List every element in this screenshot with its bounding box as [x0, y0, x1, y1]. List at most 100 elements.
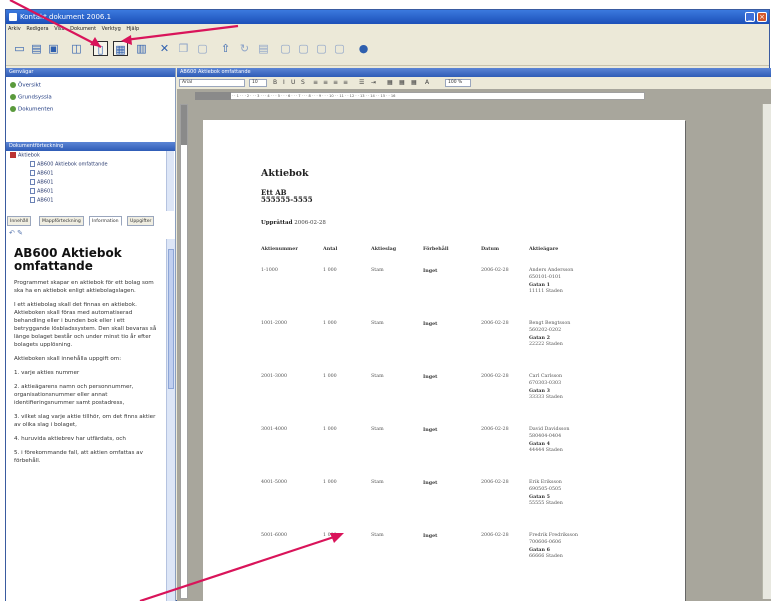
refresh-icon[interactable]: ↻	[237, 41, 252, 56]
table-icon[interactable]: ▦	[387, 77, 393, 89]
scroll-thumb[interactable]	[168, 249, 174, 389]
title-bar[interactable]: Kontakt dokument 2006.1 _ ×	[6, 10, 769, 24]
menu-item[interactable]: Hjälp	[126, 26, 139, 32]
info-scrollbar[interactable]	[166, 239, 175, 601]
menu-item[interactable]: Visa	[54, 26, 64, 32]
vertical-ruler[interactable]	[180, 104, 188, 599]
align-left-icon[interactable]: ≡	[313, 77, 318, 89]
underline-icon[interactable]: U	[291, 77, 295, 89]
cell-aktieagare: 690505-0505	[529, 487, 562, 492]
tab-uppgifter[interactable]: Uppgifter	[127, 216, 155, 226]
paste-icon[interactable]: ▢	[195, 41, 210, 56]
copy-doc-icon[interactable]: ▯	[93, 41, 108, 56]
info-paragraph: I ett aktiebolag skall det finnas en akt…	[14, 302, 157, 348]
link-dokumenten[interactable]: Dokumenten	[10, 106, 53, 113]
col-header: Aktieägare	[529, 246, 559, 252]
link-grundsyssla[interactable]: Grundsyssla	[10, 94, 52, 101]
open-icon[interactable]: ▤	[29, 41, 44, 56]
zoom-select[interactable]: 100 %	[445, 79, 471, 87]
cell-aktienummer: 1-1000	[261, 268, 278, 273]
tree-scrollbar[interactable]	[166, 151, 174, 211]
align-center-icon[interactable]: ≡	[323, 77, 328, 89]
font-color-icon[interactable]: A	[425, 77, 429, 89]
close-button[interactable]: ×	[757, 12, 767, 22]
tree-item[interactable]: AB601	[30, 179, 53, 186]
tree-item[interactable]: AB601	[30, 188, 53, 195]
cell-antal: 1 000	[323, 533, 337, 538]
bold-icon[interactable]: B	[273, 77, 277, 89]
frame-icon[interactable]: ▢	[278, 41, 293, 56]
tree-item[interactable]: AB600 Aktiebok omfattande	[30, 161, 108, 168]
doclist-header: Dokumentförteckning	[6, 142, 175, 151]
cell-aktieagare: Gatan 2	[529, 335, 551, 341]
edit-icon[interactable]: ✎	[17, 229, 23, 237]
document-date: Upprättad 2006-02-28	[261, 220, 326, 226]
date-value: 2006-02-28	[294, 220, 326, 226]
cell-aktieslag: Stam	[371, 321, 384, 326]
info-paragraph: 3. vilket slag varje aktie tillhör, om d…	[14, 414, 156, 428]
frame-icon[interactable]: ▢	[332, 41, 347, 56]
cell-aktieagare: 55555 Staden	[529, 501, 563, 506]
date-label: Upprättad	[261, 220, 293, 226]
cell-aktieagare: Bengt Bengtsson	[529, 321, 571, 326]
frame-icon[interactable]: ▢	[314, 41, 329, 56]
menu-item[interactable]: Verktyg	[102, 26, 121, 32]
print-preview-icon[interactable]: ◫	[69, 41, 84, 56]
cell-aktieagare: 33333 Staden	[529, 395, 563, 400]
save-icon[interactable]: ▣	[46, 41, 61, 56]
cell-datum: 2006-02-28	[481, 374, 509, 379]
font-select[interactable]: Arial	[179, 79, 245, 87]
tab-information[interactable]: Information	[89, 216, 122, 226]
cell-aktieagare: Carl Carlsson	[529, 374, 563, 379]
strike-icon[interactable]: S	[301, 77, 305, 89]
upload-icon[interactable]: ⇧	[218, 41, 233, 56]
tab-innehall[interactable]: Innehåll	[7, 216, 32, 226]
indent-icon[interactable]: ⇥	[371, 77, 376, 89]
info-paragraph: 4. huruvida aktiebrev har utfärdats, och	[14, 436, 126, 442]
menu-item[interactable]: Dokument	[70, 26, 96, 32]
cell-aktieagare: Gatan 1	[529, 282, 551, 288]
new-doc-icon[interactable]: ▭	[12, 41, 27, 56]
menu-item[interactable]: Redigera	[26, 26, 48, 32]
org-number: 555555-5555	[261, 195, 313, 204]
cell-aktieagare: 66666 Staden	[529, 554, 563, 559]
cell-forbehall: Inget	[423, 268, 438, 274]
cell-aktieagare: Gatan 3	[529, 388, 551, 394]
cell-aktieagare: Gatan 6	[529, 547, 551, 553]
minimize-button[interactable]: _	[745, 12, 755, 22]
italic-icon[interactable]: I	[283, 77, 285, 89]
cell-aktieslag: Stam	[371, 374, 384, 379]
tree-item[interactable]: AB601	[30, 197, 53, 204]
link-oversikt[interactable]: Översikt	[10, 82, 41, 89]
frame-icon[interactable]: ▢	[296, 41, 311, 56]
tree-item[interactable]: AB601	[30, 170, 53, 177]
justify-icon[interactable]: ≡	[343, 77, 348, 89]
horizontal-ruler[interactable]: · · 1 · · · 2 · · · 3 · · · 4 · · · 5 · …	[195, 92, 645, 100]
doc-icon	[30, 188, 35, 194]
copy-icon[interactable]: ❐	[176, 41, 191, 56]
align-right-icon[interactable]: ≡	[333, 77, 338, 89]
info-tools: ↶ ✎	[9, 229, 23, 237]
back-icon[interactable]: ↶	[9, 229, 15, 237]
menu-item[interactable]: Arkiv	[8, 26, 21, 32]
cell-forbehall: Inget	[423, 374, 438, 380]
table-icon[interactable]: ▦	[411, 77, 417, 89]
cell-aktienummer: 2001-3000	[261, 374, 288, 379]
document-page[interactable]: Aktiebok Ett AB 555555-5555 Upprättad 20…	[203, 120, 685, 601]
cell-aktieagare: Erik Eriksson	[529, 480, 562, 485]
tree-root[interactable]: Aktiebok	[10, 152, 40, 159]
cell-aktieagare: 700606-0606	[529, 540, 562, 545]
tab-mappforteckning[interactable]: Mappförteckning	[39, 216, 84, 226]
size-select[interactable]: 10	[249, 79, 267, 87]
table-icon[interactable]: ▦	[399, 77, 405, 89]
col-header: Förbehåll	[423, 246, 449, 252]
information-pane: AB600 Aktiebok omfattande Programmet ska…	[6, 239, 166, 601]
cut-icon[interactable]: ✕	[157, 41, 172, 56]
layout-icon[interactable]: ▦	[113, 41, 128, 56]
list-icon[interactable]: ☰	[359, 77, 364, 89]
help-icon[interactable]: ●	[356, 41, 371, 56]
document-scrollbar[interactable]	[762, 104, 771, 599]
info-tabs: Innehåll Mappförteckning Information Upp…	[6, 216, 176, 226]
columns-icon[interactable]: ▥	[134, 41, 149, 56]
document-icon[interactable]: ▤	[256, 41, 271, 56]
